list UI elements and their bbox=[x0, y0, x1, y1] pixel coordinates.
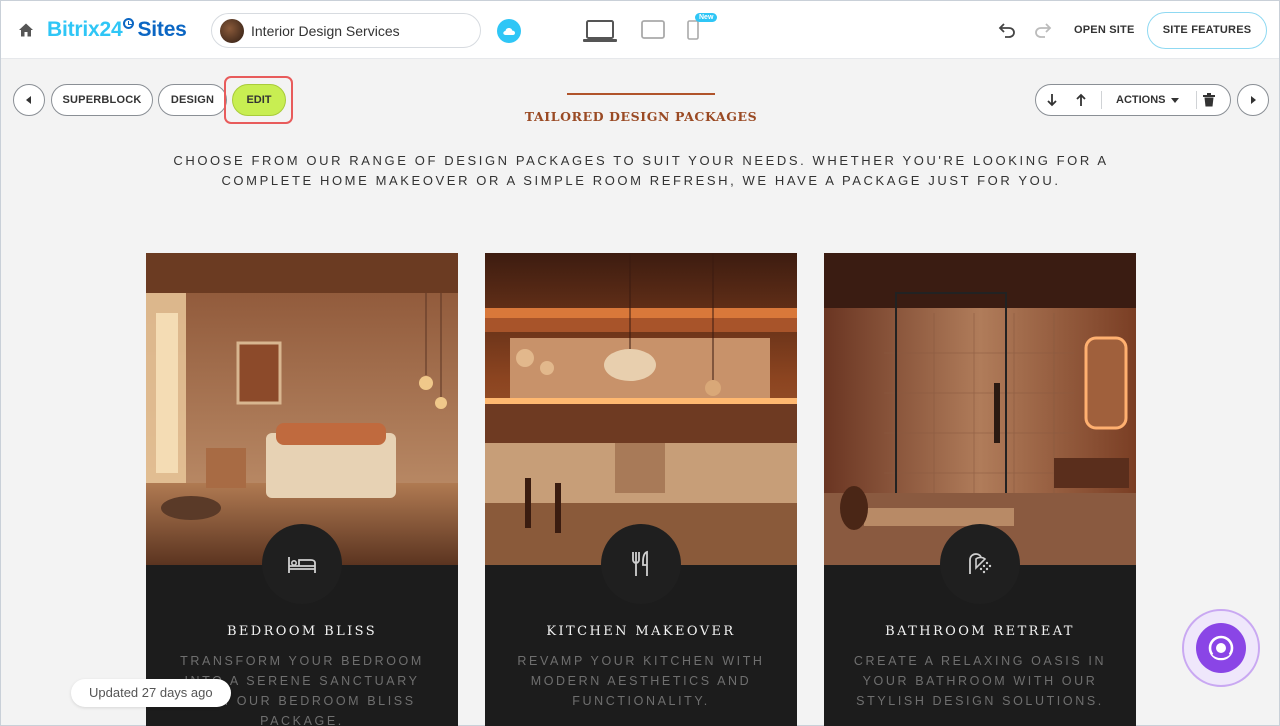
tablet-view-icon[interactable] bbox=[641, 20, 665, 40]
next-block-button[interactable] bbox=[1237, 84, 1269, 116]
cloud-sync-icon[interactable] bbox=[497, 19, 521, 43]
previous-block-button[interactable] bbox=[13, 84, 45, 116]
copilot-icon bbox=[1208, 635, 1234, 661]
clock-icon bbox=[123, 18, 135, 29]
card-text: CREATE A RELAXING OASIS IN YOUR BATHROOM… bbox=[853, 654, 1107, 708]
utensils-icon bbox=[632, 550, 648, 576]
site-thumbnail bbox=[220, 19, 244, 43]
edit-button[interactable]: EDIT bbox=[232, 84, 286, 116]
site-features-button[interactable]: SITE FEATURES bbox=[1147, 12, 1267, 49]
redo-icon[interactable] bbox=[1034, 22, 1052, 38]
card-title: KITCHEN MAKEOVER bbox=[546, 624, 736, 639]
open-site-link[interactable]: OPEN SITE bbox=[1074, 24, 1134, 36]
actions-dropdown[interactable]: ACTIONS bbox=[1116, 94, 1166, 106]
home-icon[interactable] bbox=[17, 21, 35, 39]
top-bar: Bitrix24 Sites Interior Design Services N… bbox=[1, 1, 1279, 59]
divider bbox=[1101, 91, 1102, 109]
design-button[interactable]: DESIGN bbox=[158, 84, 227, 116]
move-up-icon[interactable] bbox=[1075, 93, 1087, 107]
bed-icon-circle bbox=[262, 524, 342, 604]
desktop-view-icon[interactable] bbox=[583, 19, 617, 43]
bathroom-image bbox=[824, 253, 1136, 565]
package-card-kitchen[interactable]: KITCHEN MAKEOVER REVAMP YOUR KITCHEN WIT… bbox=[485, 253, 797, 726]
package-card-bedroom[interactable]: BEDROOM BLISS TRANSFORM YOUR BEDROOM INT… bbox=[146, 253, 458, 726]
card-text: REVAMP YOUR KITCHEN WITH MODERN AESTHETI… bbox=[517, 654, 765, 708]
bedroom-image bbox=[146, 253, 458, 565]
divider bbox=[1196, 91, 1197, 109]
kitchen-image bbox=[485, 253, 797, 565]
bed-icon bbox=[288, 557, 316, 573]
card-title: BEDROOM BLISS bbox=[226, 624, 378, 639]
move-down-icon[interactable] bbox=[1046, 93, 1058, 107]
site-selector[interactable]: Interior Design Services bbox=[211, 13, 481, 48]
brand-name: Bitrix24 bbox=[47, 18, 123, 41]
brand-product: Sites bbox=[137, 18, 187, 41]
card-title: BATHROOM RETREAT bbox=[885, 624, 1075, 639]
section-title: TAILORED DESIGN PACKAGES bbox=[524, 109, 758, 124]
site-name: Interior Design Services bbox=[251, 23, 400, 39]
arrow-right-icon bbox=[1251, 96, 1256, 104]
new-badge: New bbox=[695, 13, 718, 22]
shower-icon bbox=[969, 553, 992, 574]
superblock-button[interactable]: SUPERBLOCK bbox=[51, 84, 153, 116]
undo-icon[interactable] bbox=[998, 22, 1016, 38]
brand-logo[interactable]: Bitrix24 Sites bbox=[47, 18, 187, 42]
title-decoration-line bbox=[567, 93, 715, 95]
section-description: CHOOSE FROM OUR RANGE OF DESIGN PACKAGES… bbox=[173, 153, 1109, 188]
package-card-bathroom[interactable]: BATHROOM RETREAT CREATE A RELAXING OASIS… bbox=[824, 253, 1136, 726]
chevron-down-icon bbox=[1171, 98, 1179, 103]
updated-status: Updated 27 days ago bbox=[71, 679, 231, 707]
trash-icon[interactable] bbox=[1203, 93, 1215, 107]
block-actions-group: ACTIONS bbox=[1035, 84, 1231, 116]
utensils-icon-circle bbox=[601, 524, 681, 604]
copilot-button[interactable] bbox=[1182, 609, 1260, 687]
arrow-left-icon bbox=[26, 96, 31, 104]
shower-icon-circle bbox=[940, 524, 1020, 604]
mobile-view-icon[interactable] bbox=[687, 20, 699, 40]
